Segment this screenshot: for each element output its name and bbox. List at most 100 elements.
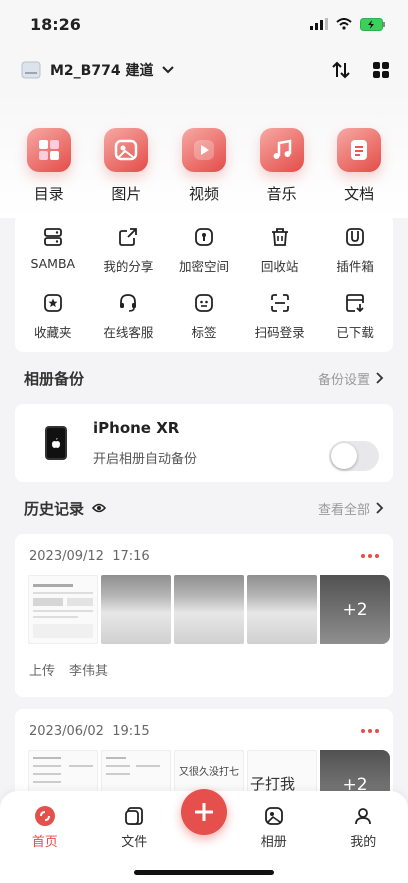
- signal-icon: [310, 18, 328, 30]
- document-icon: [337, 128, 382, 172]
- category-label: 图片: [111, 185, 142, 203]
- phone-icon: [45, 426, 67, 460]
- history-title-group: 历史记录: [24, 498, 107, 519]
- catalog-icon: [26, 128, 71, 172]
- view-all-link[interactable]: 查看全部: [318, 499, 384, 518]
- tool-my-share[interactable]: 我的分享: [91, 220, 167, 286]
- more-options-icon[interactable]: [361, 554, 379, 558]
- thumbnail[interactable]: [174, 575, 244, 644]
- category-label: 视频: [188, 185, 219, 203]
- add-button[interactable]: [181, 789, 227, 835]
- tool-encrypted-space[interactable]: 加密空间: [166, 220, 242, 286]
- tool-label: SAMBA: [30, 256, 76, 271]
- tab-home[interactable]: 首页: [15, 805, 75, 883]
- album-icon: [264, 805, 284, 827]
- tool-scan-login[interactable]: 扫码登录: [242, 286, 318, 352]
- thumbnail[interactable]: [28, 575, 98, 644]
- tool-samba[interactable]: SAMBA: [15, 220, 91, 286]
- tool-label: 我的分享: [103, 259, 154, 274]
- history-date: 2023/06/02: [29, 723, 104, 739]
- music-icon: [259, 128, 304, 172]
- history-action: 上传: [29, 664, 56, 679]
- backup-device-name: iPhone XR: [93, 419, 180, 437]
- nas-device-icon: [21, 61, 41, 79]
- trash-icon: [269, 226, 291, 248]
- history-entry-header: 2023/06/02 19:15: [15, 719, 393, 743]
- history-datetime: 2023/09/12 17:16: [29, 549, 150, 564]
- category-label: 音乐: [266, 185, 297, 203]
- grid-view-icon[interactable]: [372, 61, 390, 79]
- auto-backup-toggle[interactable]: [329, 441, 379, 471]
- tool-label: 加密空间: [178, 259, 229, 274]
- tool-label: 插件箱: [336, 259, 374, 274]
- tag-icon: [193, 292, 215, 314]
- album-backup-header: 相册备份 备份设置: [0, 352, 408, 404]
- scan-icon: [269, 292, 291, 314]
- chevron-down-icon: [162, 66, 175, 74]
- history-meta: 上传 李伟其: [15, 644, 393, 697]
- category-grid: 目录 图片 视频 音乐 文档: [0, 92, 408, 218]
- device-name: M2_B774 建道: [50, 63, 154, 79]
- device-selector[interactable]: M2_B774 建道: [20, 60, 175, 80]
- history-header: 历史记录 查看全部: [0, 482, 408, 534]
- history-date: 2023/09/12: [29, 548, 104, 564]
- chevron-right-icon: [376, 502, 384, 514]
- backup-settings-label: 备份设置: [317, 372, 370, 388]
- tool-online-support[interactable]: 在线客服: [91, 286, 167, 352]
- plus-icon: [195, 803, 213, 821]
- category-label: 目录: [33, 185, 64, 203]
- tab-label: 我的: [350, 835, 377, 850]
- samba-icon: [42, 226, 64, 248]
- thumbnail[interactable]: [101, 575, 171, 644]
- star-icon: [42, 292, 64, 314]
- tool-label: 标签: [191, 325, 217, 340]
- tools-card: SAMBA 我的分享 加密空间 回收站 插件箱 收藏夹 在线客服 标签 扫码登录…: [15, 214, 393, 352]
- lock-icon: [193, 226, 215, 248]
- history-title: 历史记录: [24, 499, 85, 518]
- category-document[interactable]: 文档: [327, 128, 391, 218]
- tool-recycle-bin[interactable]: 回收站: [242, 220, 318, 286]
- tab-label: 首页: [31, 835, 58, 850]
- tools-grid: SAMBA 我的分享 加密空间 回收站 插件箱 收藏夹 在线客服 标签 扫码登录…: [15, 214, 393, 352]
- history-datetime: 2023/06/02 19:15: [29, 724, 150, 739]
- more-count: +2: [320, 575, 390, 644]
- thumbnail[interactable]: +2: [320, 575, 390, 644]
- tab-label: 文件: [121, 835, 148, 850]
- history-entry-header: 2023/09/12 17:16: [15, 544, 393, 568]
- sort-icon[interactable]: [332, 61, 350, 79]
- tool-label: 回收站: [260, 259, 299, 274]
- download-icon: [344, 292, 366, 314]
- category-video[interactable]: 视频: [172, 128, 236, 218]
- status-icons: [310, 17, 386, 31]
- more-options-icon[interactable]: [361, 729, 379, 733]
- tab-mine[interactable]: 我的: [333, 805, 393, 883]
- category-music[interactable]: 音乐: [250, 128, 314, 218]
- album-backup-title: 相册备份: [24, 369, 85, 388]
- thumbnail[interactable]: [247, 575, 317, 644]
- tool-downloaded[interactable]: 已下载: [317, 286, 393, 352]
- files-icon: [124, 805, 144, 827]
- tab-label: 相册: [260, 835, 287, 850]
- headset-icon: [117, 292, 139, 314]
- backup-toggle-label: 开启相册自动备份: [93, 452, 198, 467]
- tool-label: 已下载: [336, 325, 374, 340]
- wifi-icon: [336, 18, 352, 30]
- home-icon: [34, 805, 56, 827]
- share-icon: [117, 226, 139, 248]
- tool-plugin-box[interactable]: 插件箱: [317, 220, 393, 286]
- tool-label: 在线客服: [103, 325, 154, 340]
- thumbnail-text: 又很久没打七: [179, 767, 239, 778]
- header: M2_B774 建道: [0, 48, 408, 92]
- eye-icon[interactable]: [92, 503, 107, 513]
- tool-tags[interactable]: 标签: [166, 286, 242, 352]
- tool-favorites[interactable]: 收藏夹: [15, 286, 91, 352]
- category-photo[interactable]: 图片: [94, 128, 158, 218]
- category-label: 文档: [344, 185, 375, 203]
- category-catalog[interactable]: 目录: [17, 128, 81, 218]
- history-entry[interactable]: 2023/09/12 17:16 +2 上传 李伟其: [15, 534, 393, 697]
- view-all-label: 查看全部: [317, 502, 370, 518]
- header-actions: [332, 61, 390, 79]
- backup-settings-link[interactable]: 备份设置: [318, 369, 384, 388]
- status-bar: 18:26: [0, 0, 408, 48]
- history-thumbnails: +2: [15, 568, 393, 644]
